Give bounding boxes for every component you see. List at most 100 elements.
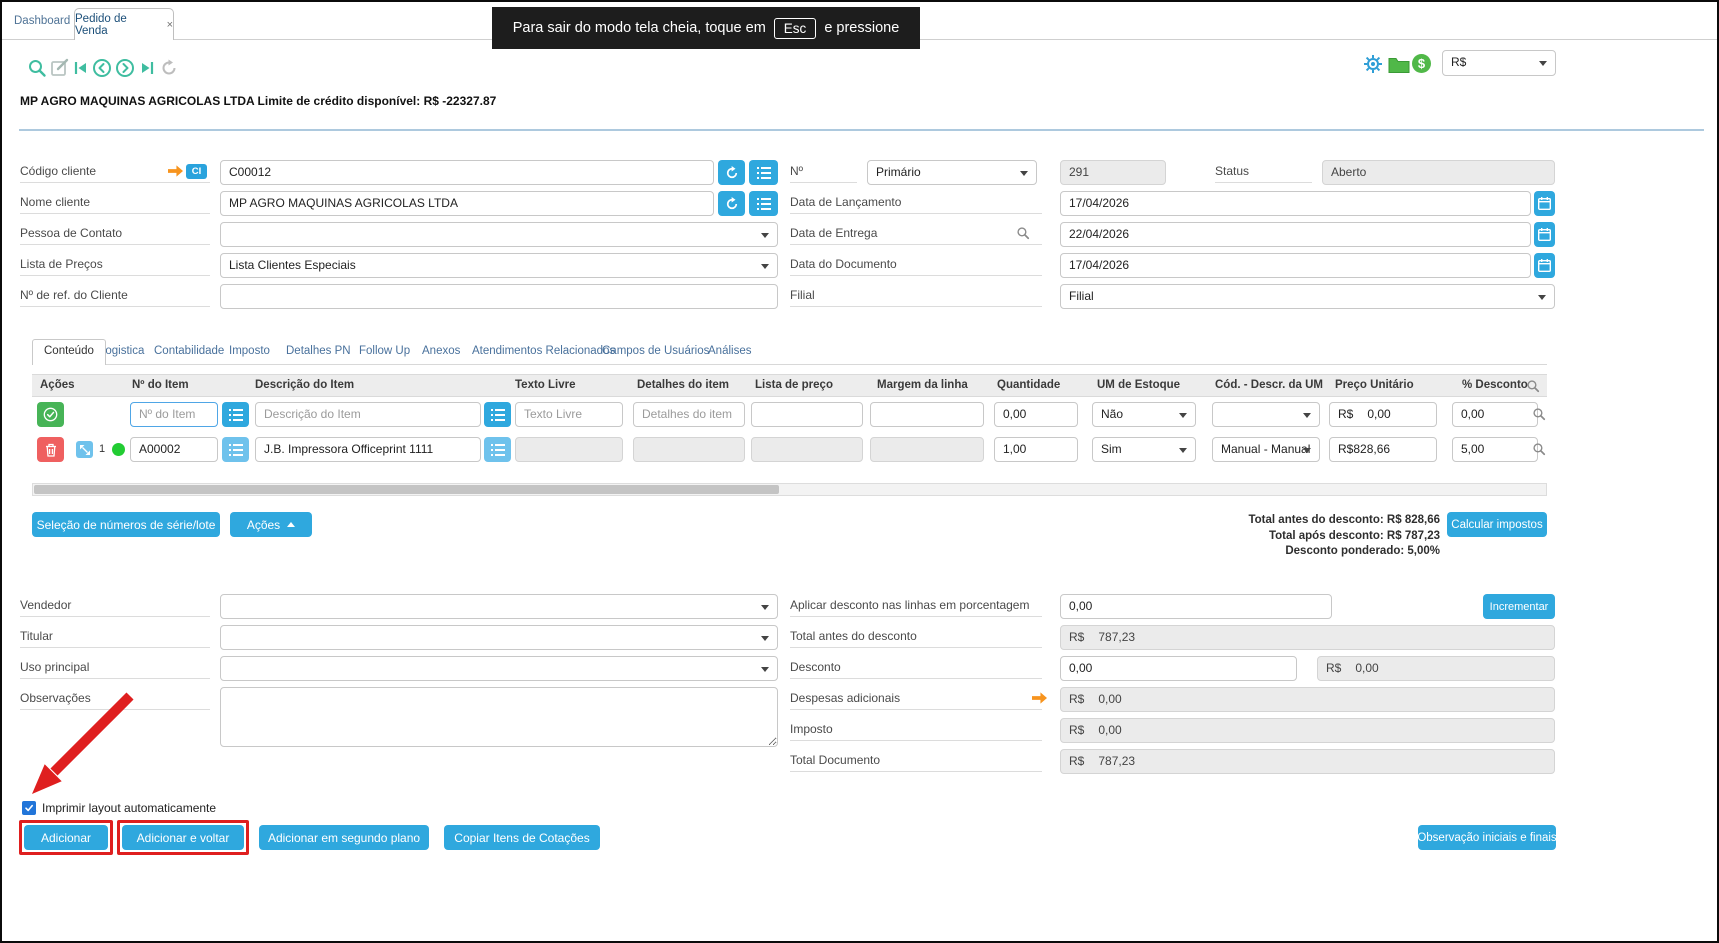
table-horizontal-scrollbar[interactable]	[32, 483, 1547, 496]
tab-campos-de-usuarios[interactable]: Campos de Usuários	[602, 345, 709, 357]
desconto-valor-value: 0,00	[1355, 661, 1378, 675]
last-record-icon[interactable]	[138, 59, 156, 82]
settings-gear-icon[interactable]	[1363, 54, 1383, 79]
search-icon[interactable]	[27, 58, 47, 83]
entry-desconto-input[interactable]: 0,00	[1452, 402, 1538, 427]
data-lancamento-input[interactable]: 17/04/2026	[1060, 191, 1531, 216]
imprimir-checkbox[interactable]	[22, 801, 36, 815]
row1-descricao-list-button[interactable]	[484, 437, 511, 462]
nome-cliente-refresh-button[interactable]	[718, 191, 745, 216]
refresh-icon[interactable]	[160, 59, 178, 82]
tab-conteudo[interactable]: Conteúdo	[32, 339, 106, 365]
entry-descricao-input[interactable]: Descrição do Item	[255, 402, 481, 427]
esc-key-badge: Esc	[774, 18, 817, 39]
entry-lista-preco-input[interactable]	[751, 402, 863, 427]
tab-imposto[interactable]: Imposto	[229, 345, 270, 357]
entry-preco-input[interactable]: R$0,00	[1329, 402, 1437, 427]
observacao-iniciais-finais-button[interactable]: Observação iniciais e finais	[1418, 825, 1556, 850]
tab-analises[interactable]: Análises	[708, 345, 751, 357]
entry-num-item-input[interactable]: Nº do Item	[130, 402, 218, 427]
tab-dashboard[interactable]: Dashboard	[14, 15, 70, 27]
row1-num-item-input[interactable]: A00002	[130, 437, 218, 462]
entry-num-item-list-button[interactable]	[222, 402, 249, 427]
scrollbar-thumb[interactable]	[34, 485, 779, 494]
vendedor-select[interactable]	[220, 594, 778, 619]
aplicar-desconto-input[interactable]: 0,00	[1060, 594, 1332, 619]
observacoes-textarea[interactable]	[220, 687, 778, 747]
numero-tipo-select[interactable]: Primário	[867, 160, 1037, 185]
acoes-button[interactable]: Ações	[230, 512, 312, 537]
ci-badge[interactable]: CI	[186, 164, 207, 179]
nome-cliente-input[interactable]: MP AGRO MAQUINAS AGRICOLAS LTDA	[220, 191, 714, 216]
adicionar-segundo-plano-button[interactable]: Adicionar em segundo plano	[259, 825, 429, 850]
currency-select-value: R$	[1451, 55, 1466, 69]
desconto-pct-input[interactable]: 0,00	[1060, 656, 1297, 681]
previous-record-icon[interactable]	[92, 58, 112, 83]
edit-icon[interactable]	[50, 58, 70, 83]
adicionar-button[interactable]: Adicionar	[24, 825, 108, 850]
expand-line-icon[interactable]	[76, 441, 93, 458]
total-documento-label: Total Documento	[790, 749, 1042, 772]
currency-select[interactable]: R$	[1442, 50, 1556, 76]
delete-line-button[interactable]	[37, 437, 64, 462]
codigo-cliente-input[interactable]: C00012	[220, 160, 714, 185]
data-documento-input[interactable]: 17/04/2026	[1060, 253, 1531, 278]
tab-detalhes-pn[interactable]: Detalhes PN	[286, 345, 351, 357]
next-record-icon[interactable]	[115, 58, 135, 83]
row1-quantidade-input[interactable]: 1,00	[994, 437, 1078, 462]
ref-cliente-input[interactable]	[220, 284, 778, 309]
uso-principal-label: Uso principal	[20, 656, 210, 679]
tab-atendimentos-relacionados[interactable]: Atendimentos Relacionados	[472, 345, 615, 357]
tab-anexos[interactable]: Anexos	[422, 345, 460, 357]
entry-quantidade-input[interactable]: 0,00	[994, 402, 1078, 427]
entry-margem-input[interactable]	[870, 402, 984, 427]
titular-select[interactable]	[220, 625, 778, 650]
folder-icon[interactable]	[1388, 56, 1410, 78]
row1-num-item-list-button[interactable]	[222, 437, 249, 462]
tab-contabilidade[interactable]: Contabilidade	[154, 345, 224, 357]
codigo-cliente-refresh-button[interactable]	[718, 160, 745, 185]
first-record-icon[interactable]	[72, 59, 90, 82]
copiar-itens-button[interactable]: Copiar Itens de Cotações	[444, 825, 600, 850]
confirm-line-button[interactable]	[37, 402, 64, 427]
currency-dollar-icon[interactable]: $	[1412, 54, 1431, 73]
codigo-cliente-list-button[interactable]	[749, 160, 778, 185]
data-entrega-search-icon[interactable]	[1016, 226, 1030, 245]
row1-search-icon[interactable]	[1532, 442, 1546, 461]
tab-pedido-de-venda[interactable]: Pedido de Venda ×	[74, 8, 174, 40]
entry-texto-livre-input[interactable]: Texto Livre	[515, 402, 623, 427]
lista-precos-label: Lista de Preços	[20, 253, 210, 276]
row1-descricao-input[interactable]: J.B. Impressora Officeprint 1111	[255, 437, 481, 462]
entry-detalhes-input[interactable]: Detalhes do item	[633, 402, 745, 427]
lista-precos-select[interactable]: Lista Clientes Especiais	[220, 253, 778, 278]
table-header-search-icon[interactable]	[1526, 379, 1540, 398]
nome-cliente-list-button[interactable]	[749, 191, 778, 216]
banner-text-after: e pressione	[824, 20, 899, 36]
data-entrega-input[interactable]: 22/04/2026	[1060, 222, 1531, 247]
row1-desconto-input[interactable]: 5,00	[1452, 437, 1538, 462]
codigo-cliente-link-arrow-icon[interactable]	[168, 164, 183, 182]
adicionar-e-voltar-button[interactable]: Adicionar e voltar	[122, 825, 244, 850]
lista-precos-value: Lista Clientes Especiais	[229, 258, 356, 272]
tab-follow-up[interactable]: Follow Up	[359, 345, 410, 357]
row1-preco-input[interactable]: R$828,66	[1329, 437, 1437, 462]
entry-row-search-icon[interactable]	[1532, 407, 1546, 426]
tab-close-icon[interactable]: ×	[167, 19, 173, 31]
entry-descricao-list-button[interactable]	[484, 402, 511, 427]
data-entrega-calendar-button[interactable]	[1534, 222, 1555, 247]
items-entry-row: Nº do Item Descrição do Item Texto Livre…	[32, 401, 1547, 429]
data-documento-calendar-button[interactable]	[1534, 253, 1555, 278]
incrementar-button[interactable]: Incrementar	[1483, 594, 1555, 619]
imprimir-checkbox-label[interactable]: Imprimir layout automaticamente	[42, 801, 216, 815]
filial-select[interactable]: Filial	[1060, 284, 1555, 309]
serie-lote-button[interactable]: Seleção de números de série/lote	[32, 512, 220, 537]
uso-principal-select[interactable]	[220, 656, 778, 681]
despesas-link-arrow-icon[interactable]	[1032, 691, 1047, 709]
entry-cod-um-select[interactable]	[1212, 402, 1320, 427]
pessoa-contato-select[interactable]	[220, 222, 778, 247]
row1-um-estoque-select[interactable]: Sim	[1092, 437, 1196, 462]
data-lancamento-calendar-button[interactable]	[1534, 191, 1555, 216]
calcular-impostos-button[interactable]: Calcular impostos	[1447, 512, 1547, 537]
row1-cod-um-select[interactable]: Manual - Manual	[1212, 437, 1320, 462]
entry-um-estoque-select[interactable]: Não	[1092, 402, 1196, 427]
